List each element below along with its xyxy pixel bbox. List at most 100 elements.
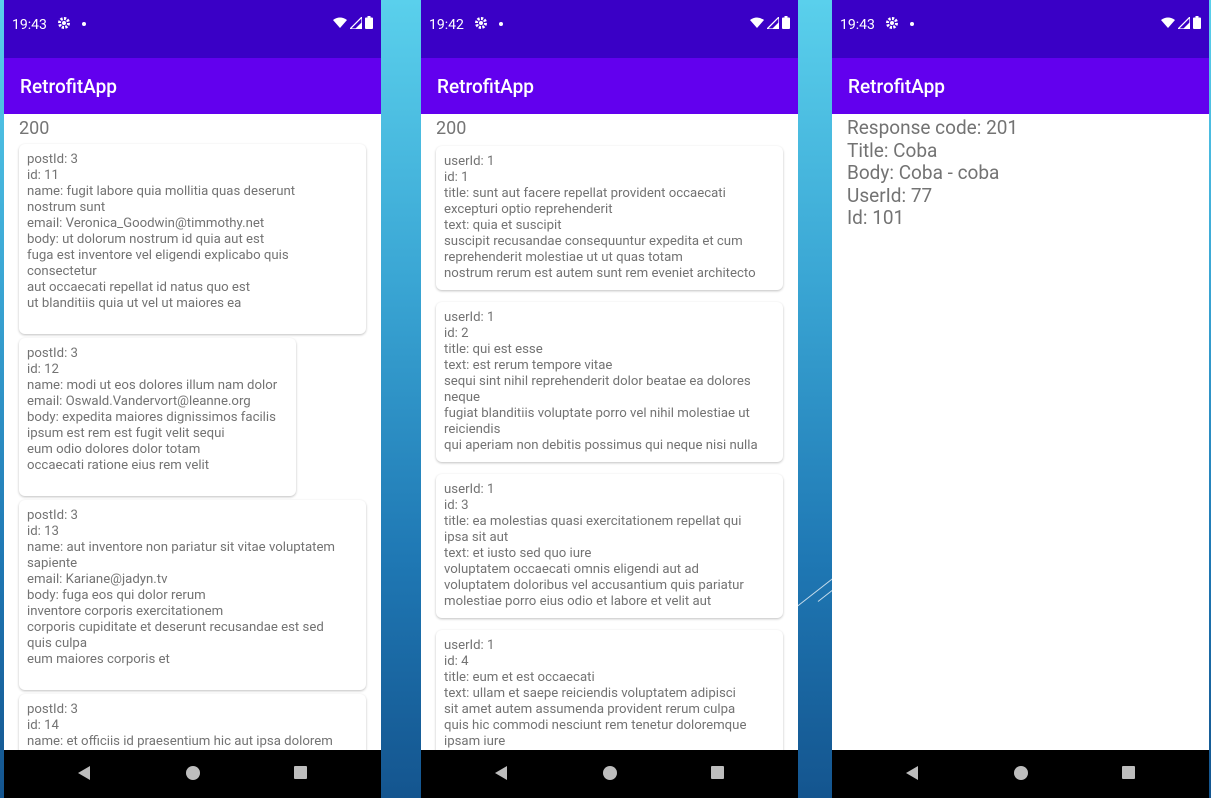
comment-card[interactable]: postId: 3 id: 14 name: et officiis id pr… xyxy=(19,694,366,750)
card-line: ipsam iure xyxy=(444,734,506,749)
card-line: id: 12 xyxy=(27,362,59,377)
card-line: name: aut inventore non pariatur sit vit… xyxy=(27,540,335,555)
card-line: name: modi ut eos dolores illum nam dolo… xyxy=(27,378,278,393)
card-line: inventore corporis exercitationem xyxy=(27,604,224,619)
status-time: 19:42 xyxy=(429,17,464,33)
response-code-label: 200 xyxy=(436,118,467,139)
card-line: corporis cupiditate et deserunt recusand… xyxy=(27,620,324,635)
card-line: userId: 1 xyxy=(444,154,495,169)
gear-icon xyxy=(475,17,487,29)
status-bar: 19:43 xyxy=(832,0,1209,58)
app-title: RetrofitApp xyxy=(437,75,534,98)
card-line: eum odio dolores dolor totam xyxy=(27,442,201,457)
comment-card[interactable]: postId: 3 id: 13 name: aut inventore non… xyxy=(19,500,366,690)
response-code-label: 200 xyxy=(19,118,50,139)
post-card[interactable]: userId: 1 id: 2 title: qui est esse text… xyxy=(436,302,783,462)
response-userid-text: UserId: 77 xyxy=(847,183,933,207)
response-code-text: Response code: 201 xyxy=(847,116,1019,139)
card-line: email: Oswald.Vandervort@leanne.org xyxy=(27,394,251,409)
card-line: title: sunt aut facere repellat providen… xyxy=(444,186,726,201)
card-line: body: ut dolorum nostrum id quia aut est xyxy=(27,232,265,247)
card-line: postId: 3 xyxy=(27,346,78,361)
card-line: consectetur xyxy=(27,264,97,279)
card-line: nostrum rerum est autem sunt rem eveniet… xyxy=(444,266,756,281)
card-line: qui aperiam non debitis possimus qui neq… xyxy=(444,438,758,453)
home-icon[interactable] xyxy=(603,766,617,780)
card-line: body: expedita maiores dignissimos facil… xyxy=(27,410,276,425)
card-line: text: est rerum tempore vitae xyxy=(444,358,613,373)
post-card[interactable]: userId: 1 id: 3 title: ea molestias quas… xyxy=(436,474,783,618)
battery-icon xyxy=(782,16,790,29)
card-line: voluptatem occaecati omnis eligendi aut … xyxy=(444,562,699,577)
comment-card[interactable]: postId: 3 id: 11 name: fugit labore quia… xyxy=(19,144,366,334)
signal-icon xyxy=(350,16,362,29)
comment-card[interactable]: postId: 3 id: 12 name: modi ut eos dolor… xyxy=(19,338,296,496)
app-title: RetrofitApp xyxy=(20,75,117,98)
card-line: voluptatem doloribus vel accusantium qui… xyxy=(444,578,744,593)
card-line: ipsum est rem est fugit velit sequi xyxy=(27,426,225,441)
home-icon[interactable] xyxy=(1014,766,1028,780)
post-card[interactable]: userId: 1 id: 1 title: sunt aut facere r… xyxy=(436,146,783,290)
home-icon[interactable] xyxy=(186,766,200,780)
gear-icon xyxy=(886,17,898,29)
card-line: id: 11 xyxy=(27,168,59,183)
card-line: name: et officiis id praesentium hic aut… xyxy=(27,734,333,749)
phone-screen-1: 19:43 RetrofitApp 200 postId: 3 id: 11 n… xyxy=(4,0,381,798)
navigation-bar xyxy=(421,750,798,798)
card-line: occaecati ratione eius rem velit xyxy=(27,458,210,473)
response-view: Response code: 201 Title: Coba Body: Cob… xyxy=(832,114,1209,750)
response-id-text: Id: 101 xyxy=(847,206,905,229)
response-details: Response code: 201 Title: Coba Body: Cob… xyxy=(847,116,1019,230)
card-line: quis hic commodi nesciunt rem tenetur do… xyxy=(444,718,747,733)
app-bar: RetrofitApp xyxy=(421,58,798,114)
phone-screen-2: 19:42 RetrofitApp 200 userId: 1 id: 1 ti… xyxy=(421,0,798,798)
card-line: ipsa sit aut xyxy=(444,530,509,545)
phone-screen-3: 19:43 RetrofitApp Response code: 201 Tit… xyxy=(832,0,1209,798)
post-list[interactable]: 200 postId: 3 id: 11 name: fugit labore … xyxy=(4,114,381,750)
card-line: eum maiores corporis et xyxy=(27,652,170,667)
card-line: title: ea molestias quasi exercitationem… xyxy=(444,514,742,529)
card-line: title: eum et est occaecati xyxy=(444,670,595,685)
recent-apps-icon[interactable] xyxy=(294,766,307,779)
card-line: postId: 3 xyxy=(27,702,78,717)
post-list[interactable]: 200 userId: 1 id: 1 title: sunt aut face… xyxy=(421,114,798,750)
wifi-icon xyxy=(750,17,764,28)
back-icon[interactable] xyxy=(78,766,90,780)
card-line: aut occaecati repellat id natus quo est xyxy=(27,280,251,295)
card-line: userId: 1 xyxy=(444,482,495,497)
card-line: id: 1 xyxy=(444,170,469,185)
navigation-bar xyxy=(4,750,381,798)
card-line: suscipit recusandae consequuntur expedit… xyxy=(444,234,743,249)
card-line: userId: 1 xyxy=(444,638,495,653)
card-line: nostrum sunt xyxy=(27,200,106,215)
card-line: excepturi optio reprehenderit xyxy=(444,202,613,217)
card-line: quis culpa xyxy=(27,636,88,651)
card-line: userId: 1 xyxy=(444,310,495,325)
battery-icon xyxy=(365,16,373,29)
status-bar: 19:43 xyxy=(4,0,381,58)
card-line: reprehenderit molestiae ut ut quas totam xyxy=(444,250,683,265)
card-line: body: fuga eos qui dolor rerum xyxy=(27,588,206,603)
card-line: fuga est inventore vel eligendi explicab… xyxy=(27,248,289,263)
post-card[interactable]: userId: 1 id: 4 title: eum et est occaec… xyxy=(436,630,783,750)
card-line: email: Veronica_Goodwin@timmothy.net xyxy=(27,216,265,231)
status-time: 19:43 xyxy=(12,17,47,33)
card-line: sit amet autem assumenda provident rerum… xyxy=(444,702,736,717)
recent-apps-icon[interactable] xyxy=(711,766,724,779)
card-line: sapiente xyxy=(27,556,78,571)
signal-icon xyxy=(767,16,779,29)
card-line: id: 13 xyxy=(27,524,59,539)
back-icon[interactable] xyxy=(906,766,918,780)
card-line: id: 14 xyxy=(27,718,59,733)
app-bar: RetrofitApp xyxy=(832,58,1209,114)
back-icon[interactable] xyxy=(495,766,507,780)
card-line: reiciendis xyxy=(444,422,501,437)
recent-apps-icon[interactable] xyxy=(1122,766,1135,779)
card-line: text: et iusto sed quo iure xyxy=(444,546,592,561)
status-time: 19:43 xyxy=(840,17,875,33)
notification-dot-icon xyxy=(82,22,86,26)
card-line: sequi sint nihil reprehenderit dolor bea… xyxy=(444,374,751,389)
wifi-icon xyxy=(333,17,347,28)
app-bar: RetrofitApp xyxy=(4,58,381,114)
card-line: id: 4 xyxy=(444,654,469,669)
